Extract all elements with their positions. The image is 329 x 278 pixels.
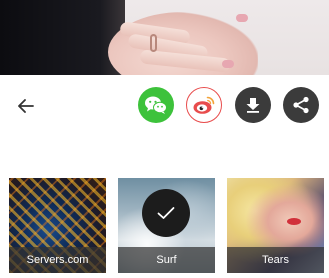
share-wechat-button[interactable] (138, 87, 174, 123)
download-icon (246, 98, 260, 113)
filter-label: Tears (227, 247, 324, 273)
filter-item-tears[interactable]: Tears (227, 178, 324, 273)
photo-ring (150, 34, 157, 52)
photo-preview (0, 0, 329, 75)
filter-label: Surf (118, 247, 215, 273)
photo-nail (222, 60, 234, 68)
share-button[interactable] (283, 87, 319, 123)
filter-label: Servers.com (9, 247, 106, 273)
selected-filter-indicator (142, 189, 190, 237)
download-button[interactable] (235, 87, 271, 123)
back-button[interactable] (12, 92, 40, 120)
wechat-icon (145, 96, 167, 114)
action-bar (0, 75, 329, 135)
share-weibo-button[interactable] (186, 87, 222, 123)
thumbnail-detail (287, 218, 301, 225)
arrow-left-icon (18, 99, 34, 113)
weibo-icon (193, 96, 215, 114)
photo-background-dark (0, 0, 125, 75)
share-icon (293, 96, 309, 114)
checkmark-icon (157, 207, 175, 219)
photo-nail (236, 14, 248, 22)
filter-item-servers-com[interactable]: Servers.com (9, 178, 106, 273)
